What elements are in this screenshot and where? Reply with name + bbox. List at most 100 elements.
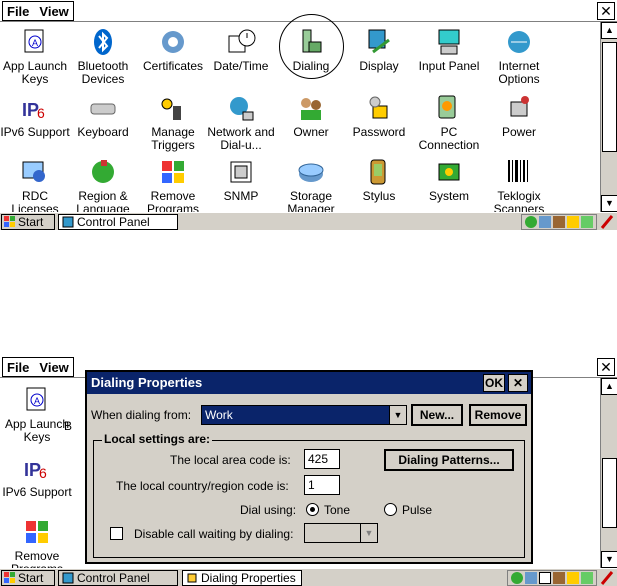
- item-remove-programs-2[interactable]: Remove Programs: [2, 516, 72, 576]
- task-control-panel[interactable]: Control Panel: [58, 214, 178, 230]
- info-tray-icon[interactable]: [539, 572, 551, 584]
- storage-icon: [298, 163, 324, 182]
- dialing-properties-icon: [187, 573, 197, 583]
- start-label: Start: [18, 571, 44, 585]
- stylus-pen-icon[interactable]: [600, 570, 614, 586]
- item-label: Certificates: [142, 59, 204, 73]
- item-label: App Launch Keys: [2, 59, 68, 86]
- item-password[interactable]: Password: [344, 92, 414, 139]
- lock-tray-icon[interactable]: [567, 216, 579, 228]
- menu-file-2[interactable]: File: [7, 360, 29, 375]
- scroll-down-arrow[interactable]: ▼: [601, 195, 617, 212]
- item-label: Input Panel: [418, 59, 480, 73]
- call-waiting-dropdown-arrow: ▼: [360, 523, 378, 543]
- item-manage-triggers[interactable]: Manage Triggers: [138, 92, 208, 152]
- item-stylus[interactable]: Stylus: [344, 156, 414, 203]
- scroll-thumb[interactable]: [602, 42, 617, 152]
- item-pc-connection[interactable]: PC Connection: [414, 92, 484, 152]
- item-power[interactable]: Power: [484, 92, 554, 139]
- disable-call-waiting-checkbox[interactable]: [110, 527, 123, 540]
- item-bluetooth[interactable]: Bluetooth Devices: [68, 26, 138, 86]
- dialog-close-button[interactable]: ✕: [508, 374, 528, 392]
- item-internet-options[interactable]: Internet Options: [484, 26, 554, 86]
- item-certificates[interactable]: Certificates: [138, 26, 208, 73]
- windows-flag-icon: [4, 572, 15, 583]
- stylus-pen-icon[interactable]: [600, 214, 614, 230]
- control-panel-window: File View ✕ A App Launch Keys Bluetooth De…: [0, 0, 617, 230]
- tone-radio[interactable]: [306, 503, 319, 516]
- battery-tray-icon[interactable]: [581, 572, 593, 584]
- dialog-title-bar: Dialing Properties OK ✕: [87, 372, 531, 394]
- menu-file[interactable]: File: [7, 4, 29, 19]
- display-icon: [368, 29, 390, 54]
- user-tray-icon[interactable]: [553, 572, 565, 584]
- remove-location-button[interactable]: Remove: [469, 404, 527, 426]
- location-dropdown-arrow[interactable]: ▼: [389, 405, 407, 425]
- item-label: B: [63, 419, 72, 433]
- connection-tray-icon[interactable]: [525, 572, 537, 584]
- vertical-scrollbar-2[interactable]: ▲ ▼: [600, 378, 617, 568]
- item-remove-programs[interactable]: Remove Programs: [138, 156, 208, 216]
- item-display[interactable]: Display: [344, 26, 414, 73]
- item-storage[interactable]: Storage Manager: [276, 156, 346, 216]
- item-app-launch-keys-2[interactable]: A App Launch Keys: [2, 384, 72, 444]
- task-dialing-properties[interactable]: Dialing Properties: [182, 570, 302, 586]
- start-button[interactable]: Start: [1, 214, 55, 230]
- network-tray-icon[interactable]: [525, 216, 537, 228]
- battery-tray-icon[interactable]: [581, 216, 593, 228]
- pc-connection-icon: [438, 95, 456, 119]
- location-select[interactable]: Work: [201, 405, 399, 425]
- scroll-up-arrow-2[interactable]: ▲: [601, 378, 617, 395]
- taskbar: Start Control Panel: [0, 212, 617, 230]
- item-ipv6[interactable]: IP 6 IPv6 Support: [0, 92, 70, 139]
- new-location-button[interactable]: New...: [411, 404, 463, 426]
- pulse-radio[interactable]: [384, 503, 397, 516]
- menu-view-2[interactable]: View: [39, 360, 68, 375]
- close-button-2[interactable]: ✕: [597, 358, 615, 376]
- taskbar-2: Start Control Panel Dialing Properties: [0, 568, 617, 586]
- item-rdc[interactable]: RDC Licenses: [0, 156, 70, 216]
- scanner-icon: [508, 160, 528, 182]
- rdc-icon: [22, 161, 45, 182]
- area-code-input[interactable]: 425: [304, 449, 340, 469]
- user-tray-icon[interactable]: [553, 216, 565, 228]
- app-launch-keys-icon: A: [26, 387, 46, 411]
- item-label: Stylus: [362, 189, 396, 203]
- svg-text:A: A: [32, 38, 38, 48]
- item-system[interactable]: System: [414, 156, 484, 203]
- ok-button[interactable]: OK: [483, 374, 505, 392]
- remove-programs-icon: [162, 161, 184, 183]
- item-ipv6-2[interactable]: IP 6 IPv6 Support: [2, 452, 72, 499]
- system-icon: [438, 163, 460, 181]
- country-code-input[interactable]: 1: [304, 475, 340, 495]
- item-snmp[interactable]: SNMP: [206, 156, 276, 203]
- connection-tray-icon[interactable]: [539, 216, 551, 228]
- system-tray-2: [507, 570, 597, 586]
- task-control-panel-2[interactable]: Control Panel: [58, 570, 178, 586]
- dialing-patterns-button[interactable]: Dialing Patterns...: [384, 449, 514, 471]
- item-app-launch-keys[interactable]: A App Launch Keys: [0, 26, 70, 86]
- item-owner[interactable]: Owner: [276, 92, 346, 139]
- item-label: Power: [501, 125, 536, 139]
- item-keyboard[interactable]: Keyboard: [68, 92, 138, 139]
- start-button-2[interactable]: Start: [1, 570, 55, 586]
- vertical-scrollbar[interactable]: ▲ ▼: [600, 22, 617, 212]
- ipv6-icon: IP6: [24, 460, 47, 481]
- scroll-thumb-2[interactable]: [602, 458, 617, 528]
- item-label: PC Connection: [418, 125, 480, 152]
- scroll-down-arrow-2[interactable]: ▼: [601, 551, 617, 568]
- scroll-up-arrow[interactable]: ▲: [601, 22, 617, 39]
- close-button[interactable]: ✕: [597, 2, 615, 20]
- item-input-panel[interactable]: Input Panel: [414, 26, 484, 73]
- item-date-time[interactable]: Date/Time: [206, 26, 276, 73]
- lock-tray-icon[interactable]: [567, 572, 579, 584]
- item-network[interactable]: Network and Dial-u...: [206, 92, 276, 152]
- menu-view[interactable]: View: [39, 4, 68, 19]
- network-tray-icon[interactable]: [511, 572, 523, 584]
- item-region[interactable]: Region & Language: [68, 156, 138, 216]
- internet-options-icon: [508, 31, 530, 53]
- manage-triggers-icon: [161, 98, 181, 120]
- item-scanner[interactable]: Teklogix Scanners: [484, 156, 554, 216]
- item-label: Date/Time: [213, 59, 269, 73]
- local-settings-title: Local settings are:: [102, 432, 213, 446]
